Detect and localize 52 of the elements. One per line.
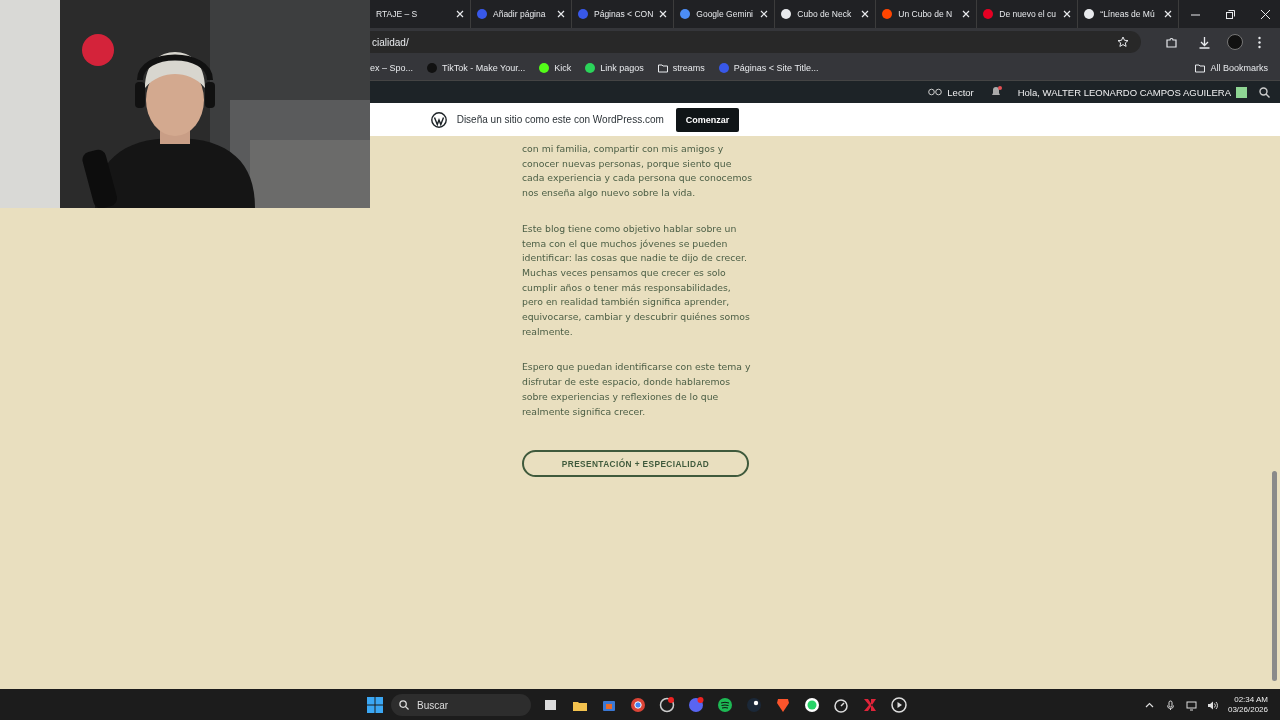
wordpress-logo — [430, 111, 447, 128]
reader-link[interactable]: Lector — [928, 86, 974, 98]
bookmark[interactable]: Link pagos — [585, 63, 644, 73]
close-tab-icon[interactable] — [861, 10, 870, 18]
bookmark[interactable]: Páginas < Site Title... — [718, 63, 819, 73]
folder-icon — [1195, 63, 1206, 73]
bookmark[interactable]: streams — [657, 63, 705, 73]
star-icon[interactable] — [1117, 36, 1129, 48]
network-icon[interactable] — [1185, 699, 1197, 711]
close-tab-icon[interactable] — [659, 10, 668, 18]
address-bar[interactable]: cialidad/ — [370, 31, 1141, 53]
restore-icon[interactable] — [1226, 9, 1236, 19]
volume-icon[interactable] — [1206, 699, 1218, 711]
presentation-button[interactable]: PRESENTACIÓN + ESPECIALIDAD — [522, 450, 749, 478]
close-tab-icon[interactable] — [1164, 10, 1173, 18]
music-app-icon[interactable] — [717, 697, 733, 713]
bookmark[interactable]: ex – Spo... — [370, 63, 414, 73]
account-menu[interactable]: Hola, WALTER LEONARDO CAMPOS AGUILERA — [1017, 86, 1247, 98]
folder-icon — [657, 63, 668, 73]
start-button[interactable]: Comenzar — [675, 107, 740, 132]
all-bookmarks[interactable]: All Bookmarks — [1195, 63, 1268, 73]
close-tab-icon[interactable] — [557, 10, 565, 18]
close-tab-icon[interactable] — [1063, 10, 1072, 18]
close-tab-icon[interactable] — [456, 10, 464, 18]
microphone-icon[interactable] — [1164, 699, 1176, 711]
bell-icon[interactable] — [989, 86, 1002, 98]
browser-icon[interactable] — [630, 697, 646, 713]
search-icon — [399, 700, 409, 710]
clock[interactable]: 02:34 AM 03/26/2026 — [1227, 695, 1268, 715]
close-tab-icon[interactable] — [962, 10, 971, 18]
glasses-icon — [928, 87, 943, 97]
gauge-icon[interactable] — [833, 697, 849, 713]
search-field[interactable]: Buscar — [391, 694, 531, 716]
chat-app-icon[interactable] — [688, 697, 704, 713]
profile-avatar[interactable] — [1227, 34, 1243, 50]
play-icon[interactable] — [891, 697, 907, 713]
bookmark[interactable]: TikTok - Make Your... — [427, 63, 526, 73]
game-app-icon[interactable] — [746, 697, 762, 713]
messaging-icon[interactable] — [804, 697, 820, 713]
download-icon[interactable] — [1198, 35, 1211, 49]
task-view-icon[interactable] — [543, 697, 559, 713]
paragraph: Espero que puedan identificarse con este tema y disfrutar de este espacio, donde hablaremos sobre experiencias y reflexiones de lo que realmente significa crecer. — [522, 360, 752, 419]
windows-start-icon[interactable] — [367, 697, 383, 713]
paragraph: con mi familia, compartir con mis amigos y conocer nuevas personas, porque siento que cada experiencia y cada persona que conocemos nos enseña algo nuevo sobre la vida. — [522, 142, 752, 201]
bookmark[interactable]: Kick — [539, 63, 572, 73]
scrollbar[interactable] — [1272, 471, 1277, 681]
search-icon[interactable] — [1259, 86, 1270, 98]
banner-text: Diseña un sitio como este con WordPress.com — [456, 114, 664, 125]
paragraph: Este blog tiene como objetivo hablar sobre un tema con el que muchos jóvenes se pueden identificar: las cosas que nadie te dijo de crecer. Muchas veces pensamos que crecer es solo cumplir años o tener más responsabilidades, pero en realidad también significa aprender, equivocarse, cambiar y descubrir quiénes somos realmente. — [522, 221, 751, 339]
close-tab-icon[interactable] — [760, 10, 769, 18]
app-icon[interactable] — [659, 697, 675, 713]
close-icon[interactable] — [1261, 9, 1271, 19]
